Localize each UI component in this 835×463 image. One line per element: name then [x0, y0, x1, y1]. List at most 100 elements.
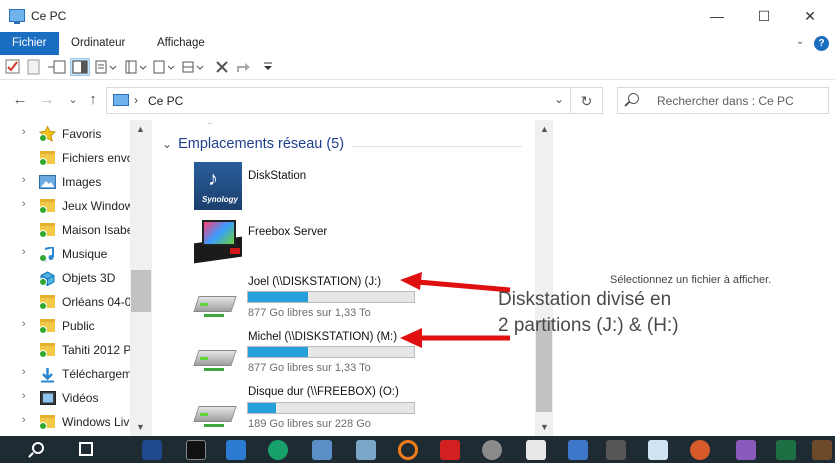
orange-app-icon[interactable] — [690, 440, 710, 460]
forward-button[interactable]: → — [38, 92, 56, 108]
nav-item-label: Windows Liv — [62, 415, 130, 429]
refresh-button[interactable]: ↻ — [571, 87, 603, 114]
document-app-icon[interactable] — [526, 440, 546, 460]
terminal-icon[interactable] — [186, 440, 206, 460]
nav-scroll-thumb[interactable] — [131, 270, 151, 312]
nav-item-label: Public — [62, 319, 95, 333]
share-dropdown-icon[interactable] — [235, 59, 255, 75]
search-app-icon[interactable] — [398, 440, 418, 460]
red-app-icon[interactable] — [440, 440, 460, 460]
brown-app-icon[interactable] — [812, 440, 832, 460]
sort-dropdown-icon[interactable] — [125, 59, 147, 75]
nav-item-jeux-windows[interactable]: › Jeux Window — [0, 194, 133, 218]
customize-toolbar-icon[interactable] — [263, 61, 273, 73]
nav-scrollbar[interactable]: ▲ ▼ — [130, 120, 152, 436]
blue-app-icon[interactable] — [568, 440, 588, 460]
item-title-joel[interactable]: Joel (\\DISKSTATION) (J:) — [248, 276, 381, 288]
search-input[interactable]: Rechercher dans : Ce PC — [617, 87, 829, 114]
task-view-icon[interactable] — [79, 442, 93, 456]
nav-item-maison-isabelle[interactable]: Maison Isabe — [0, 218, 133, 242]
properties-check-icon[interactable] — [5, 59, 21, 75]
address-dropdown-icon[interactable]: ⌄ — [554, 92, 564, 106]
chevron-right-icon[interactable]: › — [22, 366, 26, 378]
breadcrumb-separator[interactable]: › — [134, 93, 138, 107]
item-free-joel: 877 Go libres sur 1,33 To — [248, 307, 371, 319]
sync-badge-icon — [39, 254, 47, 262]
chevron-right-icon[interactable]: › — [22, 126, 26, 138]
nav-item-windows-live[interactable]: › Windows Liv — [0, 410, 130, 434]
address-bar[interactable]: › Ce PC ⌄ — [106, 87, 571, 114]
group-header-network[interactable]: ⌄ Emplacements réseau (5) — [162, 136, 344, 152]
taskbar-search-icon[interactable] — [32, 442, 44, 454]
item-free-disque-dur: 189 Go libres sur 228 Go — [248, 418, 371, 430]
excel-icon[interactable] — [776, 440, 796, 460]
chevron-right-icon[interactable]: › — [22, 390, 26, 402]
tab-ordinateur[interactable]: Ordinateur — [71, 32, 125, 55]
chevron-right-icon[interactable]: › — [22, 414, 26, 426]
item-title-diskstation[interactable]: DiskStation — [248, 170, 306, 182]
nav-item-telechargements[interactable]: › Téléchargem — [0, 362, 132, 386]
columns-dropdown-icon[interactable] — [182, 59, 204, 75]
capacity-fill — [248, 403, 277, 413]
scroll-down-icon[interactable]: ▼ — [136, 422, 145, 432]
nav-item-fichiers-envoyes[interactable]: Fichiers envo — [0, 146, 134, 170]
close-button[interactable]: ✕ — [787, 0, 833, 32]
group-dropdown-icon[interactable] — [153, 59, 175, 75]
pictures-icon — [39, 175, 56, 189]
chevron-down-icon[interactable]: ⌄ — [162, 137, 172, 151]
help-icon[interactable]: ? — [814, 36, 829, 51]
new-item-icon[interactable] — [27, 59, 41, 75]
delete-icon[interactable] — [214, 59, 230, 75]
item-title-michel[interactable]: Michel (\\DISKSTATION) (M:) — [248, 331, 397, 343]
scroll-down-icon[interactable]: ▼ — [540, 422, 549, 432]
item-title-freebox[interactable]: Freebox Server — [248, 226, 327, 238]
search-icon — [628, 93, 639, 104]
file-app-icon[interactable] — [606, 440, 626, 460]
back-button[interactable]: ← — [11, 92, 29, 108]
jar-app-icon[interactable] — [648, 440, 668, 460]
preview-pane-icon[interactable] — [70, 58, 90, 76]
nav-item-tahiti[interactable]: Tahiti 2012 P — [0, 338, 131, 362]
layout-dropdown-icon[interactable] — [95, 59, 117, 75]
nav-item-favoris[interactable]: › Favoris — [0, 122, 130, 146]
chevron-right-icon[interactable]: › — [22, 318, 26, 330]
details-pane-icon[interactable] — [47, 59, 67, 75]
nav-item-videos[interactable]: › Vidéos — [0, 386, 130, 410]
tab-fichier[interactable]: Fichier — [0, 32, 59, 55]
ribbon-expand-icon[interactable]: ⌄ — [796, 36, 804, 47]
nav-item-objets-3d[interactable]: Objets 3D — [0, 266, 130, 290]
up-button[interactable]: ↑ — [84, 92, 102, 108]
nav-item-musique[interactable]: › Musique — [0, 242, 130, 266]
content-scrollbar[interactable]: ▲ ▼ — [535, 120, 553, 436]
nav-item-label: Orléans 04-0 — [62, 295, 132, 309]
sync-badge-icon — [39, 206, 47, 214]
purple-app-icon[interactable] — [736, 440, 756, 460]
nav-item-orleans[interactable]: Orléans 04-0 — [0, 290, 132, 314]
tab-affichage[interactable]: Affichage — [157, 32, 205, 55]
powershell-icon[interactable] — [142, 440, 162, 460]
minimize-button[interactable]: — — [694, 0, 740, 32]
chevron-right-icon[interactable]: › — [22, 198, 26, 210]
scroll-up-icon[interactable]: ▲ — [136, 124, 145, 134]
nav-item-public[interactable]: › Public — [0, 314, 130, 338]
recent-locations-button[interactable]: ⌄ — [64, 92, 82, 108]
capacity-fill — [248, 347, 308, 357]
upwork-icon[interactable] — [268, 440, 288, 460]
chevron-right-icon[interactable]: › — [22, 246, 26, 258]
group-divider — [352, 146, 522, 147]
breadcrumb-ce-pc[interactable]: Ce PC — [148, 94, 183, 108]
chevron-right-icon[interactable]: › — [22, 174, 26, 186]
recycle-app-icon[interactable] — [356, 440, 376, 460]
maximize-button[interactable]: ☐ — [741, 0, 787, 32]
scroll-up-icon[interactable]: ▲ — [540, 124, 549, 134]
this-pc-icon — [113, 94, 129, 106]
item-title-disque-dur[interactable]: Disque dur (\\FREEBOX) (O:) — [248, 386, 399, 398]
arrow-head-michel — [400, 328, 422, 348]
sync-badge-icon — [39, 326, 47, 334]
nav-item-images[interactable]: › Images — [0, 170, 130, 194]
nav-item-label: Fichiers envo — [62, 151, 134, 165]
box-app-icon[interactable] — [226, 440, 246, 460]
synology-icon: ♪ Synology — [194, 162, 242, 210]
network-app-icon[interactable] — [312, 440, 332, 460]
disk-app-icon[interactable] — [482, 440, 502, 460]
